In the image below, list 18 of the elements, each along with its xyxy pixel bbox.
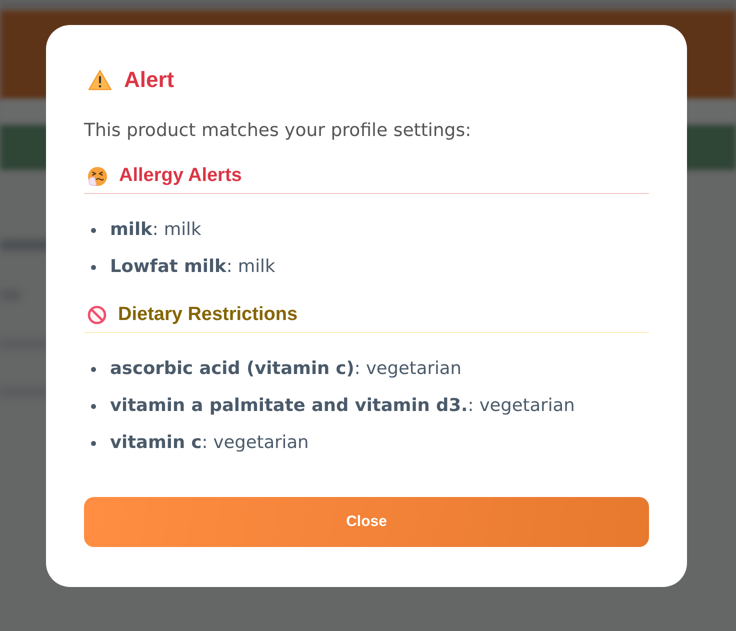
- bullet-icon: [91, 367, 96, 372]
- prohibited-icon: [87, 305, 107, 325]
- ingredient-match-text: Lowfat milk: milk: [110, 256, 276, 279]
- bullet-icon: [91, 404, 96, 409]
- sneezing-face-icon: [87, 166, 108, 186]
- close-button[interactable]: Close: [84, 497, 649, 547]
- ingredient-match-text: ascorbic acid (vitamin c): vegetarian: [110, 358, 462, 381]
- ingredient-match-text: vitamin c: vegetarian: [110, 432, 309, 455]
- bullet-icon: [91, 441, 96, 446]
- dialog-title: Alert: [124, 66, 174, 94]
- ingredient-match-text: vitamin a palmitate and vitamin d3.: vegetarian: [110, 395, 575, 418]
- bullet-icon: [91, 265, 96, 270]
- warning-icon: [88, 69, 112, 91]
- bullet-icon: [91, 228, 96, 233]
- section-heading: Dietary Restrictions: [118, 303, 298, 327]
- section-heading: Allergy Alerts: [119, 164, 242, 188]
- dialog-message: This product matches your profile settings:: [84, 119, 472, 143]
- ingredient-match-text: milk: milk: [110, 219, 202, 242]
